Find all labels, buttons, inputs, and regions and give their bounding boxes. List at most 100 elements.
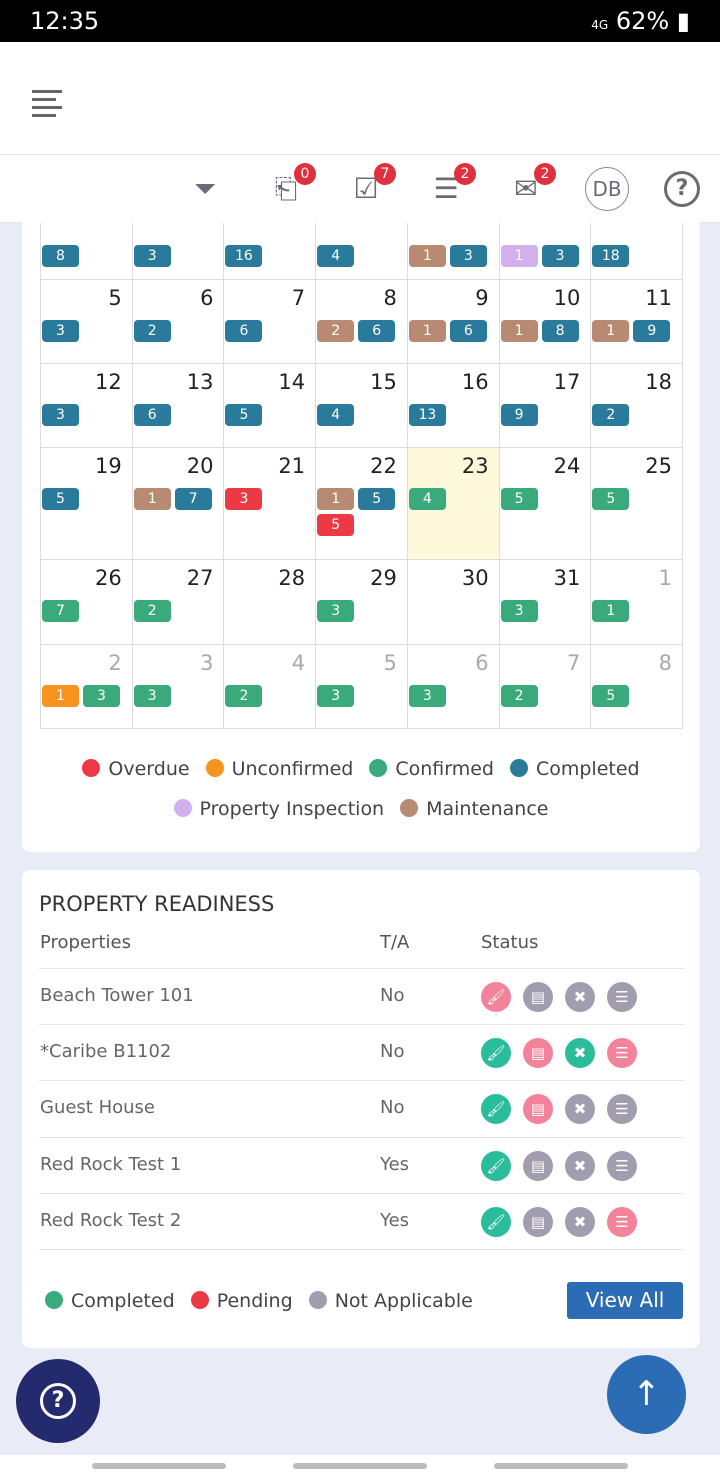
completed-count-badge[interactable]: 3 — [42, 320, 79, 342]
confirmed-count-badge[interactable]: 3 — [317, 600, 355, 622]
calendar-day[interactable]: 13 — [408, 223, 500, 279]
filter-icon[interactable]: ⏷ — [185, 169, 225, 209]
completed-count-badge[interactable]: 2 — [592, 404, 630, 426]
calendar-day[interactable]: 13 6 — [133, 364, 225, 447]
calendar-day[interactable]: 18 2 — [591, 364, 684, 447]
tools-icon[interactable]: ✖ — [565, 982, 595, 1012]
completed-count-badge[interactable]: 9 — [500, 404, 538, 426]
calendar-day[interactable]: 15 4 — [316, 364, 408, 447]
calendar-day[interactable]: 4 — [316, 223, 408, 279]
confirmed-count-badge[interactable]: 2 — [133, 600, 171, 622]
broom-icon[interactable]: 🖌 — [481, 1094, 511, 1125]
list-icon[interactable]: ☰ — [607, 1094, 637, 1125]
overdue-count-badge[interactable]: 5 — [317, 514, 355, 536]
completed-count-badge[interactable]: 5 — [42, 488, 79, 510]
calendar-day[interactable]: 28 — [224, 560, 317, 644]
completed-count-badge[interactable]: 9 — [633, 320, 671, 342]
confirmed-count-badge[interactable]: 3 — [408, 685, 446, 707]
calendar-day[interactable]: 53 — [41, 280, 133, 363]
broom-icon[interactable]: 🖌 — [481, 1038, 511, 1069]
calendar-day[interactable]: 11 1 9 — [591, 280, 684, 363]
completed-count-badge[interactable]: 6 — [225, 320, 263, 342]
calendar-day[interactable]: 10 1 8 — [500, 280, 592, 363]
calendar-day[interactable]: 24 5 — [500, 448, 592, 559]
broom-icon[interactable]: 🖌 — [481, 1206, 511, 1237]
list-icon[interactable]: ☰ — [607, 1206, 637, 1237]
calendar-day[interactable]: 23 4 — [407, 448, 500, 559]
tools-icon[interactable]: ✖ — [565, 1038, 595, 1069]
completed-count-badge[interactable]: 8 — [541, 320, 579, 342]
maintenance-count-badge[interactable]: 1 — [408, 320, 446, 342]
calendar-day[interactable]: 62 — [133, 280, 225, 363]
confirmed-count-badge[interactable]: 5 — [592, 488, 630, 510]
mail-button[interactable]: ✉ 2 — [506, 163, 556, 209]
list-icon[interactable]: ☰ — [607, 1150, 637, 1181]
help-fab[interactable]: ? — [16, 1359, 100, 1443]
list-icon[interactable]: ☰ — [607, 982, 637, 1012]
tools-icon[interactable]: ✖ — [565, 1150, 595, 1181]
calendar-day[interactable]: 9 16 — [408, 280, 500, 363]
inspection-count-badge[interactable]: 1 — [500, 245, 538, 267]
confirmed-count-badge[interactable]: 3 — [317, 685, 355, 707]
inspection-report-icon[interactable]: ▤ — [523, 982, 553, 1012]
tools-icon[interactable]: ✖ — [565, 1094, 595, 1125]
calendar-day[interactable]: 16 — [224, 223, 317, 279]
calendar-day[interactable]: 30 — [408, 560, 500, 644]
completed-count-badge[interactable]: 5 — [225, 404, 263, 426]
calendar-day[interactable]: 14 5 — [224, 364, 317, 447]
completed-count-badge[interactable]: 3 — [42, 404, 79, 426]
calendar-day[interactable]: 20 1 7 — [133, 448, 225, 559]
maintenance-count-badge[interactable]: 1 — [592, 320, 630, 342]
calendar-day[interactable]: 19 5 — [41, 448, 133, 559]
avatar[interactable]: DB — [585, 167, 629, 211]
completed-count-badge[interactable]: 16 — [225, 245, 263, 267]
maintenance-count-badge[interactable]: 1 — [408, 245, 446, 267]
calendar-day[interactable]: 25 5 — [591, 448, 684, 559]
confirmed-count-badge[interactable]: 3 — [500, 600, 538, 622]
nav-recents[interactable] — [92, 1463, 226, 1469]
scroll-top-button[interactable]: ↑ — [607, 1355, 686, 1434]
maintenance-count-badge[interactable]: 1 — [133, 488, 171, 510]
view-all-button[interactable]: View All — [567, 1282, 683, 1319]
calendar-day[interactable]: 12 3 — [41, 364, 133, 447]
completed-count-badge[interactable]: 8 — [42, 245, 79, 267]
calendar-day[interactable]: 13 — [500, 223, 592, 279]
completed-count-badge[interactable]: 13 — [408, 404, 446, 426]
maintenance-count-badge[interactable]: 2 — [317, 320, 355, 342]
property-row[interactable]: *Caribe B1102 No 🖌 ▤ ✖ ☰ — [39, 1024, 684, 1080]
completed-count-badge[interactable]: 5 — [358, 488, 396, 510]
completed-count-badge[interactable]: 3 — [133, 245, 171, 267]
calendar-day[interactable]: 11 — [591, 560, 684, 644]
maintenance-count-badge[interactable]: 1 — [317, 488, 355, 510]
calendar-day[interactable]: 27 2 — [133, 560, 225, 644]
confirmed-count-badge[interactable]: 1 — [592, 600, 630, 622]
nav-home[interactable] — [293, 1463, 427, 1469]
calendar-day[interactable]: 53 — [316, 645, 408, 728]
property-row[interactable]: Guest House No 🖌 ▤ ✖ ☰ — [39, 1080, 684, 1136]
maintenance-count-badge[interactable]: 1 — [500, 320, 538, 342]
calendar-day[interactable]: 16 13 — [408, 364, 500, 447]
confirmed-count-badge[interactable]: 5 — [592, 685, 630, 707]
calendar-day[interactable]: 72 — [500, 645, 592, 728]
calendar-day[interactable]: 22 1 5 5 — [316, 448, 408, 559]
tools-icon[interactable]: ✖ — [565, 1206, 595, 1237]
confirmed-count-badge[interactable]: 4 — [408, 488, 446, 510]
calendar-day[interactable]: 8 — [41, 223, 133, 279]
calendar-day[interactable]: 31 3 — [500, 560, 592, 644]
calendar-day[interactable]: 85 — [591, 645, 684, 728]
checklist-button[interactable]: ☰ 2 — [426, 163, 476, 209]
calendar-day[interactable]: 2 13 — [41, 645, 133, 728]
nav-back[interactable] — [494, 1463, 628, 1469]
confirmed-count-badge[interactable]: 5 — [500, 488, 538, 510]
completed-count-badge[interactable]: 18 — [592, 245, 630, 267]
broom-icon[interactable]: 🖌 — [481, 1150, 511, 1181]
help-icon[interactable]: ? — [664, 171, 700, 207]
property-row[interactable]: Beach Tower 101 No 🖌 ▤ ✖ ☰ — [39, 968, 684, 1024]
calendar-day[interactable]: 42 — [224, 645, 317, 728]
completed-count-badge[interactable]: 6 — [133, 404, 171, 426]
completed-count-badge[interactable]: 2 — [133, 320, 171, 342]
confirmed-count-badge[interactable]: 7 — [42, 600, 79, 622]
unconfirmed-count-badge[interactable]: 1 — [42, 685, 79, 707]
inspection-report-icon[interactable]: ▤ — [523, 1206, 553, 1237]
confirmed-count-badge[interactable]: 3 — [83, 685, 120, 707]
